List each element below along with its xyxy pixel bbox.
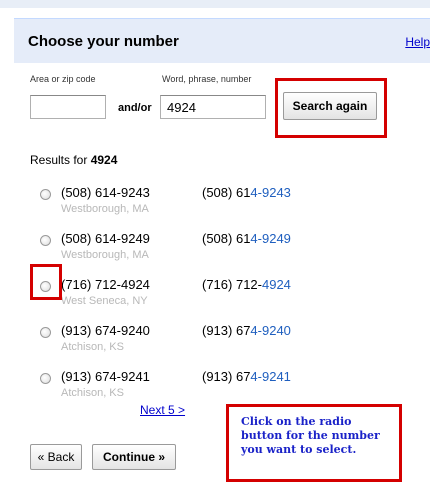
radio-button-highlight	[30, 264, 62, 300]
search-button-highlight	[275, 78, 387, 138]
area-code-input[interactable]	[30, 95, 106, 119]
result-radio[interactable]	[40, 373, 51, 384]
next-5-link[interactable]: Next 5 >	[140, 403, 185, 417]
match-plain: (508) 61	[202, 185, 251, 200]
match-highlight: 4-9249	[250, 231, 291, 246]
result-radio[interactable]	[40, 189, 51, 200]
result-number-match: (508) 614-9249	[202, 231, 291, 246]
match-plain: (508) 61	[202, 231, 251, 246]
area-code-label: Area or zip code	[30, 74, 96, 84]
result-location: Atchison, KS	[61, 341, 124, 353]
dialog-title: Choose your number	[28, 33, 179, 50]
match-plain: (913) 67	[202, 323, 251, 338]
dialog-header: Choose your number Help	[14, 18, 430, 63]
results-query: 4924	[90, 153, 118, 167]
word-phrase-input[interactable]	[160, 95, 266, 119]
match-highlight: 4924	[261, 277, 291, 292]
result-number-match: (913) 674-9241	[202, 369, 291, 384]
result-number: (508) 614-9243	[61, 185, 150, 200]
match-highlight: 4-9241	[250, 369, 291, 384]
help-link[interactable]: Help	[405, 35, 430, 49]
page: Choose your number Help Area or zip code…	[0, 0, 430, 482]
results-label: Results for 4924	[30, 153, 117, 167]
match-highlight: 4-9243	[250, 185, 291, 200]
result-number: (913) 674-9241	[61, 369, 150, 384]
match-highlight: 4-9240	[250, 323, 291, 338]
result-number-match: (913) 674-9240	[202, 323, 291, 338]
result-number: (913) 674-9240	[61, 323, 150, 338]
back-button[interactable]: « Back	[30, 444, 82, 470]
result-location: Westborough, MA	[61, 203, 149, 215]
result-radio[interactable]	[40, 327, 51, 338]
result-row: (913) 674-9240 Atchison, KS (913) 674-92…	[14, 318, 414, 364]
result-location: West Seneca, NY	[61, 295, 148, 307]
choose-number-dialog: Choose your number Help Area or zip code…	[14, 8, 430, 482]
instruction-callout: Click on the radio button for the number…	[226, 404, 402, 482]
result-number: (508) 614-9249	[61, 231, 150, 246]
result-number-match: (508) 614-9243	[202, 185, 291, 200]
result-row: (508) 614-9249 Westborough, MA (508) 614…	[14, 226, 414, 272]
result-number-match: (716) 712-4924	[202, 277, 291, 292]
and-or-label: and/or	[118, 102, 152, 114]
result-location: Atchison, KS	[61, 387, 124, 399]
results-prefix: Results for	[30, 153, 88, 167]
result-row: (508) 614-9243 Westborough, MA (508) 614…	[14, 180, 414, 226]
continue-button[interactable]: Continue »	[92, 444, 176, 470]
result-location: Westborough, MA	[61, 249, 149, 261]
result-number: (716) 712-4924	[61, 277, 150, 292]
result-radio[interactable]	[40, 235, 51, 246]
match-plain: (913) 67	[202, 369, 251, 384]
word-phrase-label: Word, phrase, number	[162, 74, 252, 84]
top-strip	[0, 0, 430, 8]
match-plain: (716) 712-	[202, 277, 262, 292]
result-row: (716) 712-4924 West Seneca, NY (716) 712…	[14, 272, 414, 318]
